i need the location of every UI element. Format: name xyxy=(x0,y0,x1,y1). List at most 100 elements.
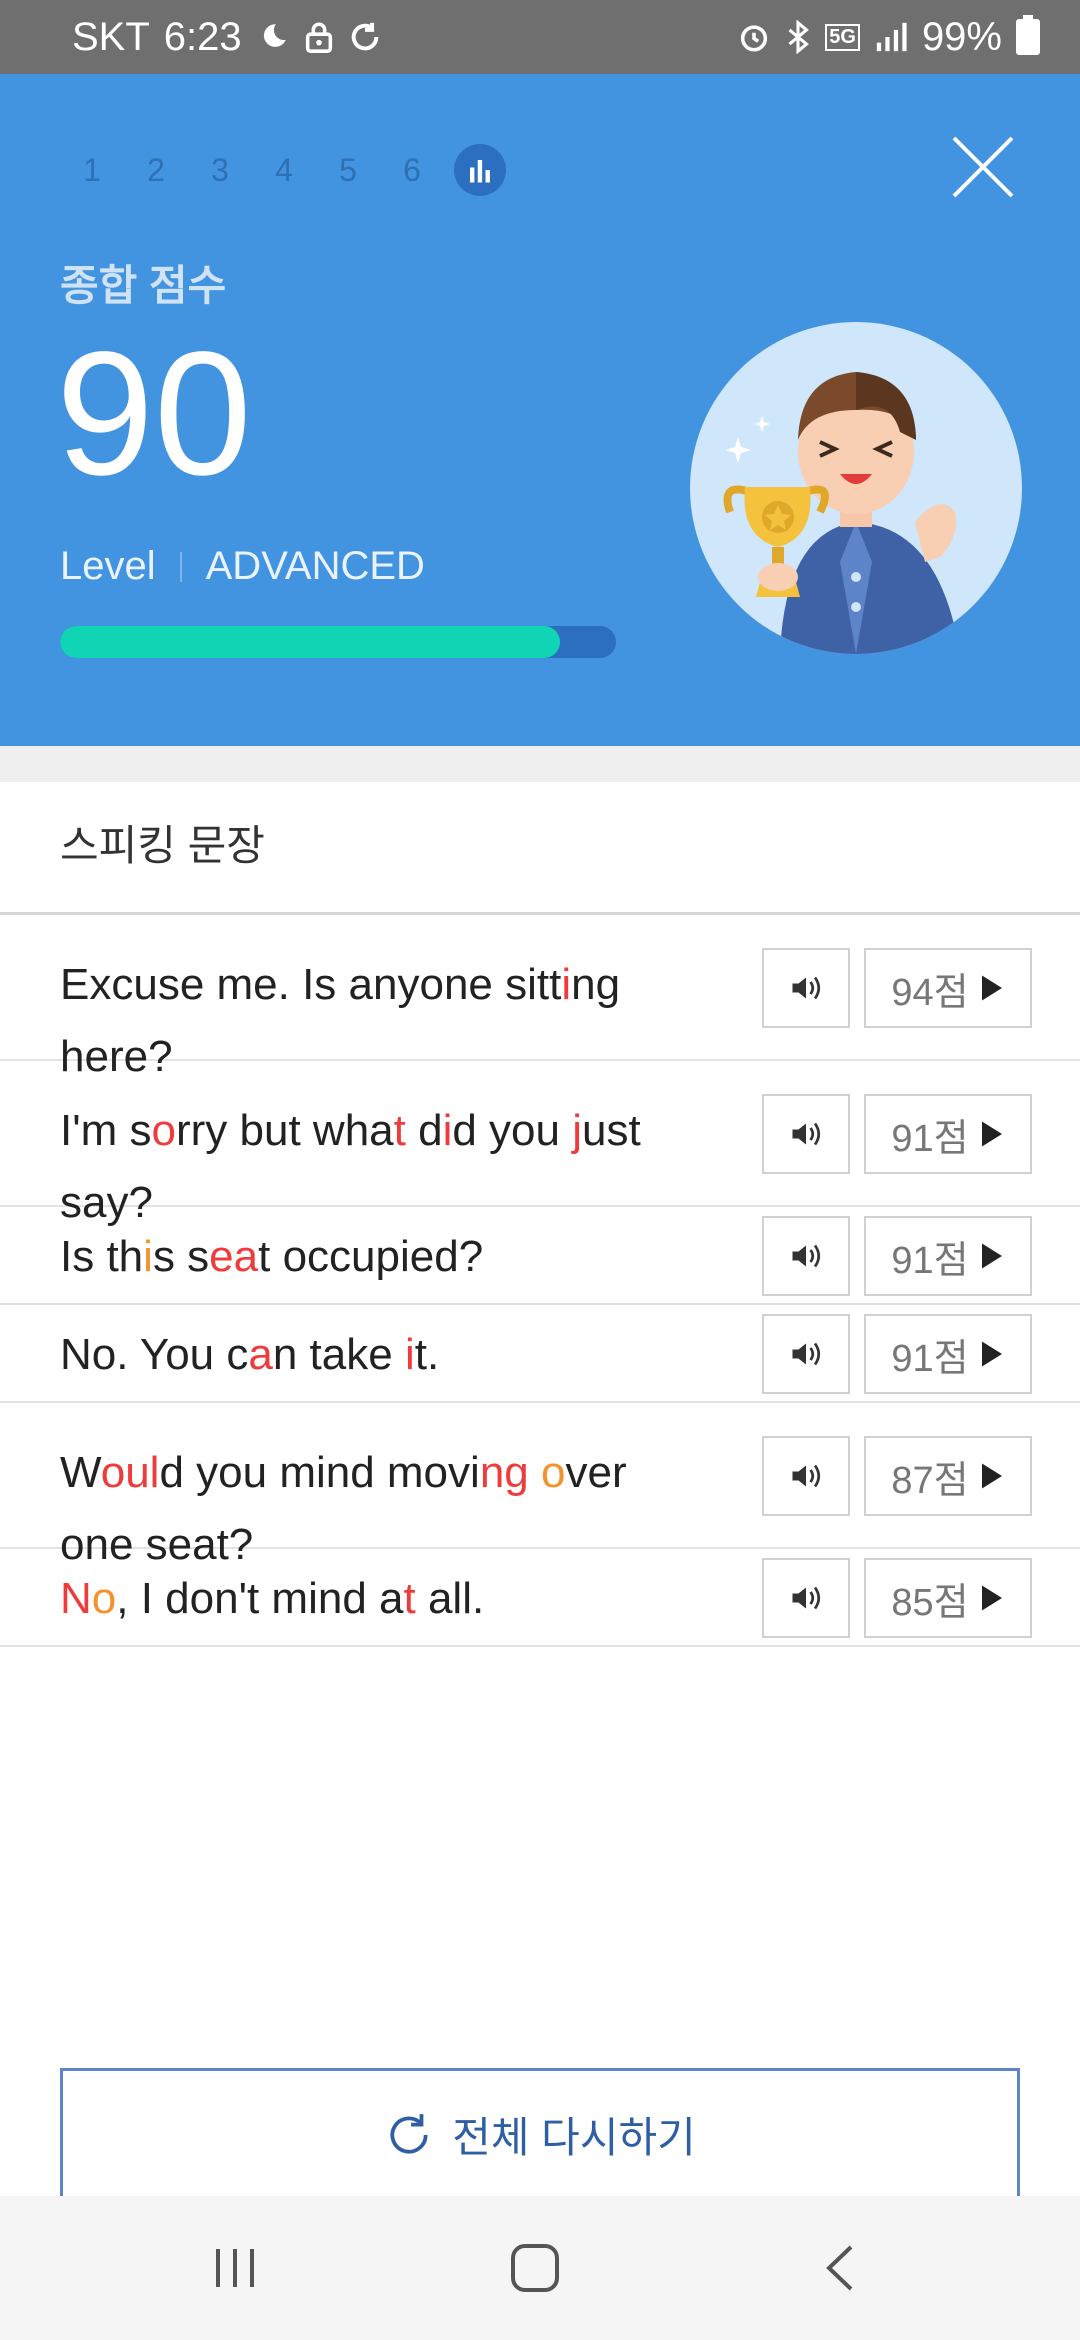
play-my-recording-button[interactable]: 91점 xyxy=(864,1094,1032,1174)
play-native-audio-button[interactable] xyxy=(762,1314,850,1394)
sentence-row: I'm sorry but what did you just say? 91점 xyxy=(0,1061,1080,1227)
speaker-icon xyxy=(792,976,821,1000)
recent-apps-icon xyxy=(216,2249,254,2287)
trophy-character-illustration xyxy=(690,322,1022,654)
step-6[interactable]: 6 xyxy=(380,152,444,189)
mispronounced-segment: N xyxy=(60,1574,92,1623)
sentence-row: Excuse me. Is anyone sitting here? 94점 xyxy=(0,915,1080,1081)
play-icon xyxy=(981,1585,1002,1611)
step-indicator: 123456 xyxy=(60,144,506,196)
section-title: 스피킹 문장 xyxy=(60,822,265,869)
level-divider xyxy=(179,551,182,582)
step-4[interactable]: 4 xyxy=(252,152,316,189)
sentence-segment: rry but wha xyxy=(176,1106,394,1155)
mispronounced-segment: o xyxy=(541,1448,566,1497)
play-icon xyxy=(981,975,1002,1001)
level-value: ADVANCED xyxy=(205,544,425,588)
play-my-recording-button[interactable]: 91점 xyxy=(864,1216,1032,1296)
close-button[interactable] xyxy=(950,134,1016,200)
sentence-row: No. You can take it. 91점 xyxy=(0,1305,1080,1403)
play-my-recording-button[interactable]: 91점 xyxy=(864,1314,1032,1394)
speaker-icon xyxy=(792,1122,821,1146)
signal-icon xyxy=(874,20,908,54)
sentence-score: 87점 xyxy=(891,1459,969,1502)
play-native-audio-button[interactable] xyxy=(762,1558,850,1638)
sentence-segment: d you xyxy=(452,1106,573,1155)
sentence-row: Is this seat occupied? 91점 xyxy=(0,1207,1080,1305)
speaker-icon xyxy=(792,1586,821,1610)
play-my-recording-button[interactable]: 87점 xyxy=(864,1436,1032,1516)
play-my-recording-button[interactable]: 85점 xyxy=(864,1558,1032,1638)
play-icon xyxy=(981,1121,1002,1147)
mispronounced-segment: t xyxy=(403,1574,416,1623)
home-icon xyxy=(511,2244,559,2292)
play-native-audio-button[interactable] xyxy=(762,1436,850,1516)
sentence-score: 85점 xyxy=(891,1581,969,1624)
sentence-segment: Excuse me. Is anyone sitt xyxy=(60,960,562,1009)
play-icon xyxy=(981,1341,1002,1367)
sentence-row: Would you mind moving over one seat? 87점 xyxy=(0,1403,1080,1569)
step-3[interactable]: 3 xyxy=(188,152,252,189)
results-step-button[interactable] xyxy=(454,144,506,196)
lock-icon xyxy=(304,20,334,54)
status-bar: SKT 6:23 5G 99% xyxy=(0,0,1080,74)
sentence-score: 91점 xyxy=(891,1239,969,1282)
mispronounced-segment: i xyxy=(561,960,572,1009)
play-native-audio-button[interactable] xyxy=(762,948,850,1028)
step-5[interactable]: 5 xyxy=(316,152,380,189)
mispronounced-segment: t xyxy=(393,1106,406,1155)
step-2[interactable]: 2 xyxy=(124,152,188,189)
close-icon xyxy=(952,136,1014,198)
sentence-segment xyxy=(529,1448,541,1497)
carrier-label: SKT xyxy=(72,14,150,59)
recent-apps-button[interactable] xyxy=(195,2232,275,2304)
mispronounced-segment: ng xyxy=(479,1448,529,1497)
sentence-segment: I'm s xyxy=(60,1106,152,1155)
network-5g-icon: 5G xyxy=(825,23,860,51)
mispronounced-segment: i xyxy=(404,1330,415,1379)
level-label: Level xyxy=(60,544,156,588)
moon-icon xyxy=(256,20,290,54)
battery-icon xyxy=(1016,15,1040,55)
sentence-segment: d xyxy=(405,1106,443,1155)
play-icon xyxy=(981,1463,1002,1489)
sentence-segment: t occupied? xyxy=(258,1232,484,1281)
system-navigation-bar xyxy=(0,2196,1080,2340)
level-row: Level ADVANCED xyxy=(60,544,425,589)
sentence-row: No, I don't mind at all. 85점 xyxy=(0,1549,1080,1647)
level-progress-fill xyxy=(60,626,561,658)
sentence-segment: t. xyxy=(414,1330,440,1379)
speaker-icon xyxy=(792,1342,821,1366)
refresh-icon xyxy=(390,2113,428,2154)
back-button[interactable] xyxy=(800,2232,880,2304)
sync-icon xyxy=(348,20,382,54)
sentence-segment: Is th xyxy=(60,1232,144,1281)
mispronounced-segment: o xyxy=(151,1106,176,1155)
sentence-segment: s s xyxy=(152,1232,210,1281)
sentence-segment: W xyxy=(60,1448,101,1497)
sentence-text: No, I don't mind at all. xyxy=(60,1563,710,1635)
total-score: 90 xyxy=(56,316,252,512)
retry-all-button[interactable]: 전체 다시하기 xyxy=(60,2068,1020,2198)
result-header: 123456 종합 점수 90 Level ADVANCED xyxy=(0,74,1080,746)
bar-chart-icon xyxy=(470,160,490,183)
score-title: 종합 점수 xyxy=(60,262,227,309)
mispronounced-segment: ea xyxy=(209,1232,259,1281)
play-native-audio-button[interactable] xyxy=(762,1094,850,1174)
sentence-list: Excuse me. Is anyone sitting here? 94점 I'm… xyxy=(0,915,1080,1647)
sentence-text: No. You can take it. xyxy=(60,1319,710,1391)
sentence-segment: all. xyxy=(415,1574,485,1623)
home-button[interactable] xyxy=(495,2232,575,2304)
play-my-recording-button[interactable]: 94점 xyxy=(864,948,1032,1028)
mispronounced-segment: j xyxy=(572,1106,583,1155)
sentence-score: 94점 xyxy=(891,971,969,1014)
sentence-text: Is this seat occupied? xyxy=(60,1221,710,1293)
speaker-icon xyxy=(792,1244,821,1268)
mispronounced-segment: oul xyxy=(100,1448,160,1497)
sentence-segment: , I don't mind a xyxy=(116,1574,404,1623)
play-native-audio-button[interactable] xyxy=(762,1216,850,1296)
bluetooth-icon xyxy=(785,20,811,54)
back-icon xyxy=(826,2245,853,2291)
step-1[interactable]: 1 xyxy=(60,152,124,189)
sentence-segment: d you mind movi xyxy=(159,1448,480,1497)
